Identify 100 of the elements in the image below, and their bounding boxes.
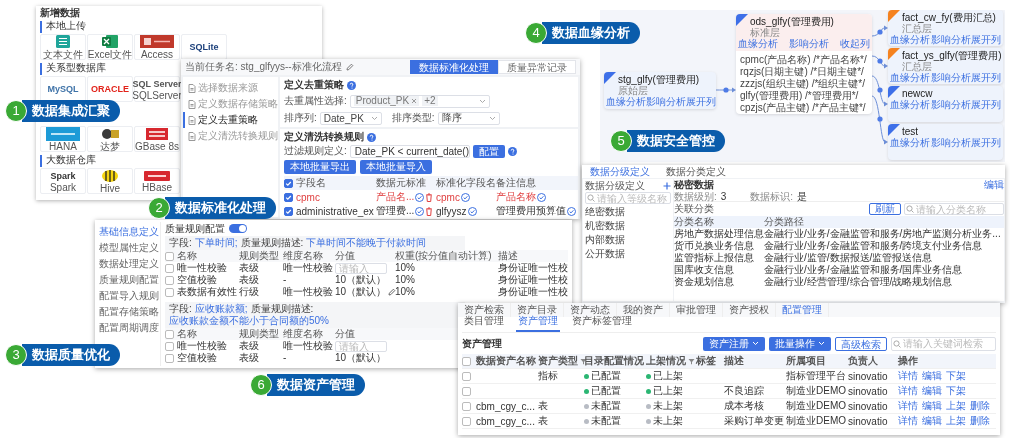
- source-tile[interactable]: ORACLE: [87, 76, 133, 102]
- checkbox[interactable]: [165, 263, 174, 273]
- action-link[interactable]: 编辑: [922, 384, 942, 398]
- node-link[interactable]: 影响分析: [930, 72, 971, 83]
- checkbox[interactable]: [462, 371, 471, 381]
- action-link[interactable]: 详情: [898, 369, 918, 383]
- tab[interactable]: 数据标准化处理: [410, 60, 498, 74]
- source-tile[interactable]: HBase: [134, 168, 180, 194]
- source-tile[interactable]: SQL Server SQLServer: [134, 76, 180, 102]
- action-link[interactable]: 详情: [898, 414, 918, 428]
- action-button[interactable]: 本地批量导入: [360, 160, 432, 174]
- menu-item[interactable]: 模型属性定义: [99, 240, 160, 256]
- action-link[interactable]: 详情: [898, 384, 918, 398]
- checkbox[interactable]: [284, 206, 293, 216]
- edit-link[interactable]: 编辑: [984, 179, 1004, 191]
- action-link[interactable]: 上架: [946, 414, 966, 428]
- node-link[interactable]: 展开列: [971, 34, 1001, 45]
- node-link[interactable]: 展开列: [971, 99, 1001, 110]
- tab[interactable]: 类目管理: [462, 314, 506, 332]
- tab[interactable]: 资产标签管理: [570, 314, 634, 332]
- node-link[interactable]: 收起列: [840, 38, 870, 49]
- lineage-node[interactable]: test 血缘分析影响分析展开列: [888, 124, 1003, 160]
- menu-item[interactable]: 基础信息定义: [99, 224, 160, 240]
- node-link[interactable]: 血缘分析: [738, 38, 778, 49]
- checkbox[interactable]: [462, 401, 471, 411]
- node-link[interactable]: 展开列: [686, 96, 716, 107]
- tab[interactable]: 资产动态: [564, 303, 617, 317]
- checkbox[interactable]: [165, 251, 174, 261]
- checkbox[interactable]: [165, 353, 174, 363]
- tab[interactable]: 审批管理: [670, 303, 723, 317]
- menu-item[interactable]: 质量规则配置: [99, 272, 160, 288]
- source-tile[interactable]: 文本文件: [40, 34, 86, 60]
- node-link[interactable]: 影响分析: [930, 34, 971, 45]
- node-link[interactable]: 影响分析: [646, 96, 686, 107]
- lineage-node[interactable]: stg_glfy(管理费用) 原始层 血缘分析影响分析展开列: [604, 72, 716, 109]
- tab[interactable]: 配置管理: [776, 303, 829, 317]
- menu-item[interactable]: 配置存储策略: [99, 304, 160, 320]
- tab[interactable]: 资产目录: [511, 303, 564, 317]
- lineage-node[interactable]: fact_ys_glfy(管理费用) 汇总层 血缘分析影响分析展开列: [888, 48, 1003, 84]
- lineage-node[interactable]: ods_glfy(管理费用) 标准层 血缘分析 影响分析 收起列 cpmc(产品名称) /*产品名称*/ rqzjs(日期主键) /*日期主键*/ zzzjs(组织主键) /*组织主键*/ glfy(管理费用) /*管理费用*/ cpzjs(产品主键) /*产品主键*/: [736, 14, 872, 114]
- checkbox[interactable]: [284, 178, 293, 188]
- action-link[interactable]: 删除: [970, 399, 990, 413]
- refresh-button[interactable]: 刷新: [869, 203, 901, 215]
- action-link[interactable]: 编辑: [922, 414, 942, 428]
- action-link[interactable]: 下架: [946, 384, 966, 398]
- lineage-node[interactable]: fact_cw_fy(费用汇总) 汇总层 血缘分析影响分析展开列: [888, 10, 1003, 46]
- menu-item[interactable]: 配置周期调度: [99, 320, 160, 336]
- menu-item[interactable]: 数据处理定义: [99, 256, 160, 272]
- tab[interactable]: 资产检索: [458, 303, 511, 317]
- input-field[interactable]: Date_PK < current_date(): [349, 144, 470, 158]
- action-button[interactable]: 本地批量导出: [284, 160, 356, 174]
- checkbox[interactable]: [165, 341, 174, 351]
- checkbox[interactable]: [462, 416, 471, 426]
- checkbox[interactable]: [462, 386, 471, 396]
- node-link[interactable]: 影响分析: [930, 137, 971, 148]
- select-field[interactable]: Product_PK +2: [349, 94, 490, 108]
- action-link[interactable]: 编辑: [922, 399, 942, 413]
- toggle-switch[interactable]: [229, 224, 247, 233]
- node-link[interactable]: 血缘分析: [890, 72, 930, 83]
- step-item[interactable]: 定义数据存储策略: [183, 96, 278, 112]
- checkbox[interactable]: [284, 192, 293, 202]
- checkbox[interactable]: [462, 356, 471, 366]
- node-link[interactable]: 血缘分析: [606, 96, 646, 107]
- input-field[interactable]: 请输入: [335, 340, 387, 352]
- node-link[interactable]: 影响分析: [930, 99, 971, 110]
- select-field[interactable]: Date_PK: [319, 111, 382, 125]
- tab[interactable]: 质量异常记录: [498, 60, 576, 74]
- checkbox[interactable]: [165, 329, 174, 339]
- select-field[interactable]: 降序: [437, 111, 500, 125]
- lineage-node[interactable]: newcw 血缘分析影响分析展开列: [888, 86, 1003, 122]
- source-tile[interactable]: SQLite: [181, 34, 227, 60]
- step-item[interactable]: 定义清洗转换规则: [183, 128, 278, 144]
- action-link[interactable]: 下架: [946, 369, 966, 383]
- node-link[interactable]: 血缘分析: [890, 137, 930, 148]
- tab[interactable]: 资产授权: [723, 303, 776, 317]
- menu-item[interactable]: 配置导入规则: [99, 288, 160, 304]
- dropdown-button[interactable]: 批量操作: [769, 336, 831, 351]
- list-item[interactable]: 绝密数据: [585, 206, 671, 218]
- action-link[interactable]: 编辑: [922, 369, 942, 383]
- action-link[interactable]: 删除: [970, 414, 990, 428]
- step-item[interactable]: 定义去重策略: [183, 112, 278, 128]
- dropdown-button[interactable]: 资产注册: [703, 336, 765, 351]
- search-field[interactable]: 请输入关键词检索: [891, 336, 996, 351]
- list-item[interactable]: 机密数据: [585, 220, 671, 232]
- search-field[interactable]: 请输入等级名称: [585, 192, 671, 204]
- source-tile[interactable]: Excel文件: [87, 34, 133, 60]
- source-tile[interactable]: GBase 8s: [134, 126, 180, 152]
- node-link[interactable]: 血缘分析: [890, 34, 930, 45]
- source-tile[interactable]: HANA: [40, 126, 86, 152]
- node-link[interactable]: 影响分析: [789, 38, 829, 49]
- node-link[interactable]: 展开列: [971, 137, 1001, 148]
- source-tile[interactable]: Hive: [87, 168, 133, 194]
- node-link[interactable]: 血缘分析: [890, 99, 930, 110]
- source-tile[interactable]: MySQL: [40, 76, 86, 102]
- source-tile[interactable]: Access: [134, 34, 180, 60]
- list-item[interactable]: 内部数据: [585, 234, 671, 246]
- tab[interactable]: 资产管理: [516, 314, 560, 332]
- source-tile[interactable]: 达梦: [87, 126, 133, 152]
- source-tile[interactable]: Spark Spark: [40, 168, 86, 194]
- checkbox[interactable]: [165, 275, 174, 285]
